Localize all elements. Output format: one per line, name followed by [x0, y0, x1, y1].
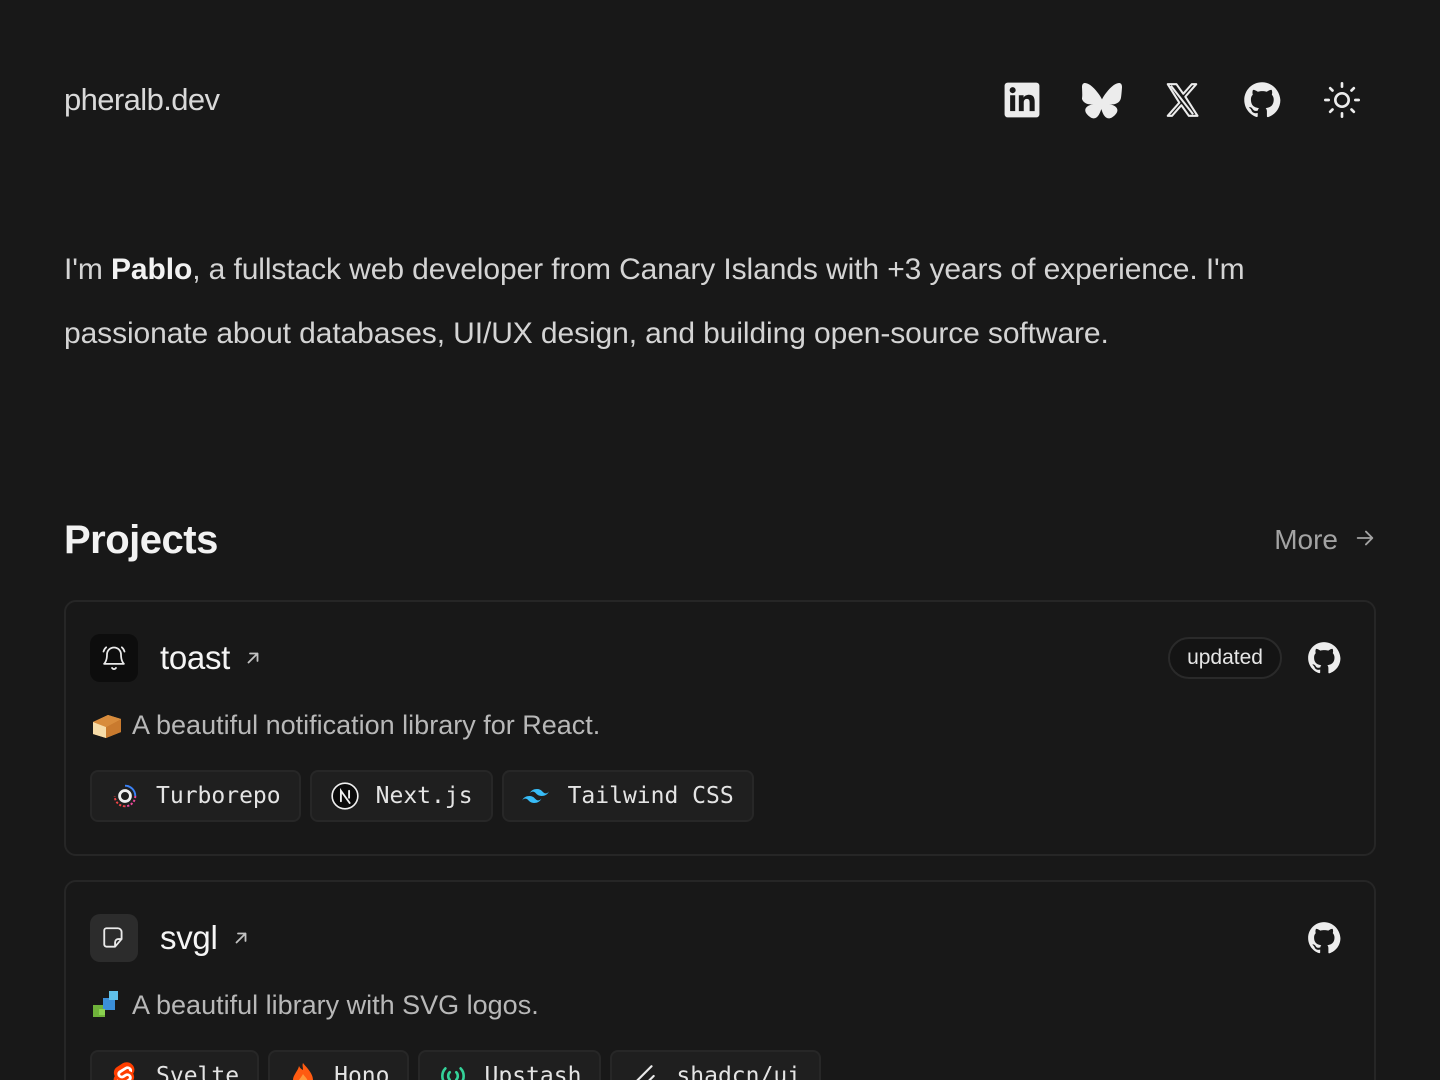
shadcn-icon [630, 1061, 660, 1080]
description-text: A beautiful notification library for Rea… [132, 709, 601, 740]
social-nav [1002, 80, 1362, 120]
projects-header: Projects More [64, 512, 1376, 568]
site-header: pheralb.dev [64, 72, 1360, 128]
github-icon[interactable] [1304, 638, 1344, 678]
hono-icon [288, 1061, 318, 1080]
card-title-group: toast [90, 634, 262, 682]
github-icon[interactable] [1304, 918, 1344, 958]
card-actions [1304, 918, 1344, 958]
tag-label: shadcn/ui [676, 1063, 802, 1080]
tag-nextjs[interactable]: Next.js [309, 770, 493, 822]
status-badge: updated [1168, 637, 1282, 679]
project-name-link[interactable]: toast [160, 639, 230, 677]
sticker-icon [90, 914, 138, 962]
bread-emoji [90, 708, 124, 742]
project-description: A beautiful library with SVG logos. [90, 988, 539, 1022]
upstash-icon [438, 1061, 468, 1080]
project-name-link[interactable]: svgl [160, 919, 218, 957]
intro-text: I'm Pablo, a fullstack web developer fro… [64, 238, 1374, 366]
puzzle-emoji [90, 988, 124, 1022]
svelte-icon [110, 1061, 140, 1080]
project-card-svgl: svgl A beautiful library with SVG logos. [64, 880, 1376, 1080]
turborepo-icon [110, 781, 140, 811]
tech-tags: Turborepo Next.js Tailwind CSS [90, 770, 754, 822]
nextjs-icon [330, 781, 360, 811]
tag-upstash[interactable]: Upstash [418, 1050, 602, 1080]
tailwind-icon [521, 781, 552, 811]
tag-hono[interactable]: Hono [268, 1050, 410, 1080]
tag-shadcn[interactable]: shadcn/ui [610, 1050, 822, 1080]
tag-label: Turborepo [156, 783, 281, 809]
tag-label: Tailwind CSS [567, 783, 734, 809]
tag-label: Next.js [375, 783, 473, 809]
external-link-icon[interactable] [244, 649, 262, 667]
intro-prefix: I'm [64, 253, 111, 286]
site-title-link[interactable]: pheralb.dev [64, 82, 220, 118]
sun-icon[interactable] [1322, 80, 1362, 120]
tag-tailwind[interactable]: Tailwind CSS [501, 770, 754, 822]
tag-turborepo[interactable]: Turborepo [90, 770, 301, 822]
linkedin-icon[interactable] [1002, 80, 1042, 120]
project-description: A beautiful notification library for Rea… [90, 708, 600, 742]
tag-label: Hono [334, 1063, 390, 1080]
tech-tags: Svelte Hono Upstash shadcn/ui [90, 1050, 822, 1080]
arrow-right-icon [1354, 524, 1376, 556]
intro-body: , a fullstack web developer from Canary … [64, 253, 1245, 350]
bluesky-icon[interactable] [1082, 80, 1122, 120]
github-icon[interactable] [1242, 80, 1282, 120]
description-text: A beautiful library with SVG logos. [132, 989, 539, 1020]
x-icon[interactable] [1162, 80, 1202, 120]
tag-svelte[interactable]: Svelte [90, 1050, 260, 1080]
card-actions: updated [1168, 637, 1344, 679]
tag-label: Svelte [156, 1063, 240, 1080]
more-label: More [1274, 524, 1338, 555]
project-card-toast: toast updated A beautiful notification l… [64, 600, 1376, 856]
more-link[interactable]: More [1274, 524, 1376, 556]
bell-icon [90, 634, 138, 682]
external-link-icon[interactable] [232, 929, 250, 947]
projects-title: Projects [64, 517, 218, 562]
card-title-group: svgl [90, 914, 250, 962]
card-header: toast updated [90, 632, 1344, 684]
page: pheralb.dev I'm Pablo, a fullstack web d… [0, 0, 1440, 1080]
tag-label: Upstash [484, 1063, 582, 1080]
card-header: svgl [90, 912, 1344, 964]
intro-name: Pablo [111, 253, 193, 286]
